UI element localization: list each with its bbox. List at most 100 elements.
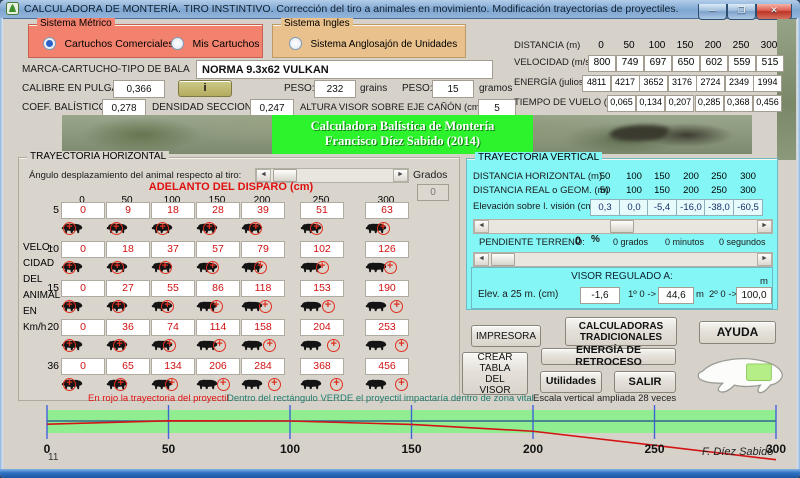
- adelanto-value: 0: [61, 358, 105, 375]
- scroll-right-icon[interactable]: ►: [757, 220, 772, 233]
- peso-grains-input[interactable]: 232: [314, 80, 356, 98]
- crosshair-icon: +: [327, 339, 341, 352]
- salir-button[interactable]: SALIR: [614, 371, 676, 393]
- animal-cell: +: [105, 258, 151, 276]
- crosshair-icon: +: [395, 339, 408, 352]
- elev25-input[interactable]: -1,6: [580, 287, 620, 304]
- distancia-real-value: 300: [740, 185, 756, 196]
- speed-row-label: 36: [47, 360, 59, 372]
- densidad-value: 0,247: [259, 102, 285, 114]
- scroll-left-icon[interactable]: ◄: [474, 253, 489, 266]
- zero1-input[interactable]: 44,6: [658, 287, 694, 304]
- angle-label: Ángulo desplazamiento del animal respect…: [29, 170, 242, 181]
- crosshair-icon: +: [110, 261, 124, 274]
- crosshair-icon: +: [202, 222, 216, 235]
- elevacion-value: -38,0: [704, 199, 734, 216]
- elevacion-label: Elevación sobre l. visión (cm): [473, 201, 597, 212]
- radio-cartuchos-comerciales[interactable]: Cartuchos Comerciales: [43, 35, 174, 53]
- grados-input[interactable]: 0: [417, 184, 449, 201]
- ballistics-value: 559: [728, 55, 756, 72]
- zero1-label: 1º 0 ->: [628, 289, 657, 300]
- animal-cell: +: [105, 375, 151, 393]
- ballistics-value: 800: [588, 55, 616, 72]
- marca-input[interactable]: NORMA 9.3x62 VULKAN: [196, 60, 493, 79]
- vertical-scrollbar-1[interactable]: ◄ ►: [473, 219, 773, 234]
- radio-label: Sistema Anglosajón de Unidades: [310, 39, 458, 50]
- crosshair-icon: +: [258, 300, 272, 313]
- densidad-label: DENSIDAD SECCIONAL: [152, 102, 265, 113]
- ballistics-value: 697: [644, 55, 672, 72]
- distancia-horizontal-label: DISTANCIA HORIZONTAL (m): [473, 171, 603, 182]
- boar-icon: [299, 338, 323, 358]
- pendiente-label: PENDIENTE TERRENO:: [479, 237, 585, 248]
- ballistics-value: 0,065: [607, 95, 636, 112]
- elevacion-value: -5,4: [647, 199, 677, 216]
- distance-axis-label: 50: [162, 442, 176, 456]
- adelanto-value: 65: [106, 358, 150, 375]
- crear-tabla-label: CREAR TABLA DEL VISOR: [477, 351, 513, 396]
- scroll-left-icon[interactable]: ◄: [474, 220, 489, 233]
- adelanto-value: 134: [151, 358, 195, 375]
- crosshair-icon: +: [63, 261, 76, 274]
- close-button[interactable]: ✕: [756, 4, 792, 20]
- distancia-tick: 250: [732, 40, 750, 51]
- title-bar[interactable]: CALCULADORA DE MONTERÍA. TIRO INSTINTIVO…: [0, 0, 800, 20]
- adelanto-value: 126: [365, 241, 409, 258]
- window-controls: ─ ❐ ✕: [698, 0, 792, 20]
- ballistics-row-label: DISTANCIA (m): [514, 40, 581, 51]
- vertical-scrollbar-2[interactable]: ◄ ►: [473, 252, 773, 267]
- radio-sistema-anglosajon[interactable]: Sistema Anglosajón de Unidades: [289, 35, 457, 53]
- peso-grains-value: 232: [326, 83, 344, 95]
- crosshair-icon: +: [254, 261, 267, 274]
- radio-mis-cartuchos[interactable]: Mis Cartuchos: [171, 35, 260, 53]
- impresora-button[interactable]: IMPRESORA: [471, 325, 541, 347]
- info-button[interactable]: i: [178, 80, 232, 97]
- scroll-right-icon[interactable]: ►: [757, 253, 772, 266]
- energia-retroceso-button[interactable]: ENERGÍA DE RETROCESO: [541, 344, 676, 367]
- adelanto-value: 102: [300, 241, 344, 258]
- ballistics-value: 650: [672, 55, 700, 72]
- animal-cell: +: [60, 336, 106, 354]
- animal-cell: +: [240, 297, 286, 315]
- ayuda-button[interactable]: AYUDA: [699, 321, 776, 344]
- visor-regulado-title: VISOR REGULADO A:: [571, 271, 673, 282]
- peso-gramos-input[interactable]: 15: [432, 80, 474, 98]
- utilidades-button[interactable]: Utilidades: [540, 371, 602, 393]
- trayectoria-horizontal-panel: TRAYECTORIA HORIZONTAL Ángulo desplazami…: [18, 151, 460, 401]
- animal-cell: +: [195, 297, 241, 315]
- peso-gramos-value: 15: [447, 83, 459, 95]
- distancia-tick: 200: [704, 40, 722, 51]
- minimize-button[interactable]: ─: [698, 4, 727, 20]
- animal-cell: +: [364, 219, 410, 237]
- animal-cell: +: [60, 258, 106, 276]
- trayectoria-vertical-panel: TRAYECTORIA VERTICAL DISTANCIA HORIZONTA…: [466, 152, 778, 310]
- elev25-value: -1,6: [591, 290, 609, 301]
- animal-cell: +: [299, 258, 345, 276]
- distancia-horizontal-value: 250: [711, 171, 727, 182]
- calculadoras-tradicionales-button[interactable]: CALCULADORAS TRADICIONALES: [565, 317, 677, 346]
- crosshair-icon: +: [111, 300, 125, 313]
- crosshair-icon: +: [109, 222, 123, 235]
- animal-cell: +: [364, 258, 410, 276]
- calibre-input[interactable]: 0,366: [113, 80, 165, 98]
- ayuda-label: AYUDA: [716, 324, 759, 339]
- animal-cell: +: [299, 375, 345, 393]
- crosshair-icon: +: [376, 222, 390, 235]
- maximize-button[interactable]: ❐: [727, 4, 756, 20]
- crosshair-icon: +: [160, 300, 174, 313]
- crosshair-icon: +: [165, 378, 179, 391]
- crosshair-icon: +: [63, 222, 76, 235]
- crosshair-icon: +: [383, 261, 397, 274]
- pendiente-segundos: 0 segundos: [719, 237, 766, 247]
- altura-visor-value: 5: [494, 102, 500, 114]
- adelanto-value: 63: [365, 202, 409, 219]
- distance-axis-label: 100: [280, 442, 300, 456]
- zero2-input[interactable]: 100,0: [736, 287, 772, 304]
- adelanto-value: 57: [196, 241, 240, 258]
- crear-tabla-visor-button[interactable]: CREAR TABLA DEL VISOR: [462, 351, 528, 396]
- adelanto-value: 0: [61, 202, 105, 219]
- peso-grains-label: PESO:: [284, 83, 315, 94]
- salir-label: SALIR: [628, 375, 662, 388]
- adelanto-value: 51: [300, 202, 344, 219]
- animal-cell: +: [150, 297, 196, 315]
